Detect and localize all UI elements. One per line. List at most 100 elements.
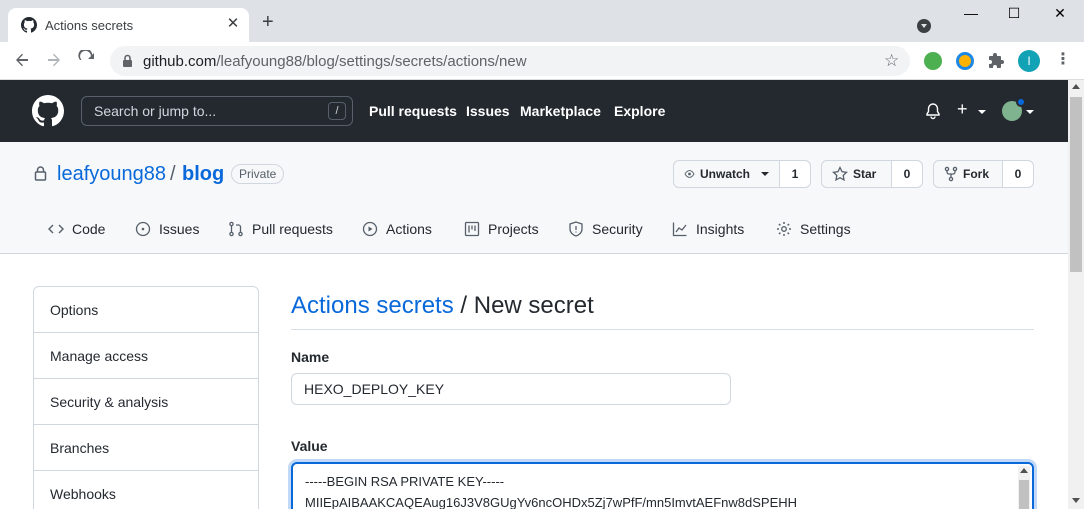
sidebar-item-manage-access[interactable]: Manage access — [34, 333, 258, 379]
tab-code-label: Code — [72, 221, 106, 237]
repo-path-separator: / — [170, 163, 176, 185]
textarea-scroll-thumb[interactable] — [1019, 480, 1029, 509]
forward-icon[interactable] — [44, 50, 64, 70]
textarea-scroll-up-icon[interactable] — [1020, 468, 1028, 473]
search-placeholder: Search or jump to... — [94, 103, 217, 119]
secret-value-textarea[interactable]: -----BEGIN RSA PRIVATE KEY----- MIIEpAIB… — [291, 462, 1034, 509]
watch-caret-icon — [761, 172, 769, 176]
create-new-button[interactable]: + — [957, 99, 968, 120]
fork-button[interactable]: Fork — [934, 161, 1003, 187]
tab-settings[interactable]: Settings — [776, 221, 851, 237]
settings-sidebar: Options Manage access Security & analysi… — [33, 286, 259, 509]
breadcrumb-separator: / — [453, 292, 474, 319]
browser-tabstrip: Actions secrets ✕ + — ☐ ✕ — [0, 0, 1084, 42]
tab-pull-requests[interactable]: Pull requests — [228, 221, 333, 237]
profile-avatar[interactable]: I — [1018, 50, 1040, 72]
fork-icon — [944, 166, 958, 182]
search-shortcut-key: / — [328, 102, 346, 120]
create-caret-icon[interactable] — [978, 110, 986, 114]
browser-menu-icon[interactable]: ⋮ — [1055, 50, 1071, 70]
github-header: Search or jump to... / Pull requests Iss… — [0, 80, 1068, 142]
unwatch-button[interactable]: Unwatch — [674, 161, 780, 187]
secret-name-input[interactable]: HEXO_DEPLOY_KEY — [291, 373, 731, 405]
extensions-puzzle-icon[interactable] — [988, 52, 1006, 70]
sidebar-item-options[interactable]: Options — [34, 287, 258, 333]
repo-header: leafyoung88 / blog Private Unwatch 1 Sta… — [0, 142, 1068, 254]
textarea-line: MIIEpAIBAAKCAQEAug16J3V8GUgYv6ncOHDx5Zj7… — [305, 495, 798, 509]
fork-label: Fork — [963, 167, 990, 181]
tab-insights[interactable]: Insights — [672, 221, 744, 237]
repo-owner-link[interactable]: leafyoung88 — [57, 163, 166, 186]
name-label: Name — [291, 349, 330, 365]
tab-code[interactable]: Code — [48, 221, 105, 237]
star-label: Star — [853, 167, 877, 181]
tab-settings-label: Settings — [800, 221, 851, 237]
search-input[interactable]: Search or jump to... / — [81, 96, 353, 126]
page-scroll-thumb[interactable] — [1070, 97, 1082, 272]
sidebar-item-webhooks[interactable]: Webhooks — [34, 471, 258, 509]
minimize-button[interactable]: — — [956, 5, 986, 21]
tab-issues-label: Issues — [159, 221, 200, 237]
tab-issues[interactable]: Issues — [135, 221, 199, 237]
sidebar-item-branches[interactable]: Branches — [34, 425, 258, 471]
tab-insights-label: Insights — [696, 221, 745, 237]
value-label: Value — [291, 438, 328, 454]
star-button-group: Star 0 — [821, 160, 923, 188]
star-count[interactable]: 0 — [892, 161, 922, 187]
fork-count[interactable]: 0 — [1003, 161, 1033, 187]
notifications-bell-icon[interactable] — [925, 103, 941, 120]
unwatch-label: Unwatch — [699, 167, 750, 181]
git-pull-request-icon — [229, 221, 243, 237]
browser-tab-active[interactable]: Actions secrets ✕ — [8, 8, 249, 42]
tab-security[interactable]: Security — [568, 221, 643, 237]
avatar-caret-icon[interactable] — [1026, 110, 1034, 114]
new-tab-button[interactable]: + — [262, 12, 274, 32]
sidebar-item-security-analysis[interactable]: Security & analysis — [34, 379, 258, 425]
scroll-up-icon[interactable] — [1072, 84, 1080, 89]
tab-close-icon[interactable]: ✕ — [224, 15, 242, 33]
browser-toolbar: github.com/leafyoung88/blog/settings/sec… — [0, 42, 1084, 80]
tab-projects[interactable]: Projects — [464, 221, 539, 237]
nav-issues[interactable]: Issues — [466, 103, 510, 119]
tab-projects-label: Projects — [488, 221, 539, 237]
nav-marketplace[interactable]: Marketplace — [520, 103, 601, 119]
repo-name-link[interactable]: blog — [182, 163, 224, 186]
play-icon — [362, 221, 378, 237]
github-favicon-icon — [21, 17, 37, 33]
lock-icon[interactable] — [122, 54, 133, 68]
gear-icon — [777, 222, 791, 236]
code-icon — [48, 224, 64, 234]
star-button[interactable]: Star — [822, 161, 892, 187]
tab-actions[interactable]: Actions — [362, 221, 432, 237]
url-text: github.com/leafyoung88/blog/settings/sec… — [143, 53, 527, 70]
nav-pull-requests[interactable]: Pull requests — [369, 103, 457, 119]
shield-icon — [569, 221, 583, 237]
tab-search-icon[interactable] — [917, 19, 931, 33]
eye-icon — [684, 170, 695, 178]
status-dot-icon — [1016, 97, 1026, 107]
page-title: Actions secrets / New secret — [291, 292, 594, 320]
star-icon — [832, 166, 848, 182]
extension-globe-icon[interactable] — [924, 52, 942, 70]
tab-security-label: Security — [592, 221, 643, 237]
project-icon — [464, 221, 480, 237]
page-title-text: New secret — [473, 292, 594, 319]
bookmark-star-icon[interactable]: ☆ — [884, 51, 899, 71]
tab-actions-label: Actions — [386, 221, 432, 237]
extension-colorful-icon[interactable] — [956, 52, 974, 70]
close-window-button[interactable]: ✕ — [1045, 5, 1075, 22]
private-lock-icon — [34, 166, 47, 181]
github-logo-icon[interactable] — [32, 95, 64, 127]
back-icon[interactable] — [12, 50, 32, 70]
watch-count[interactable]: 1 — [780, 161, 810, 187]
title-divider — [291, 329, 1034, 330]
breadcrumb-actions-secrets-link[interactable]: Actions secrets — [291, 292, 454, 319]
tab-pull-requests-label: Pull requests — [252, 221, 333, 237]
fork-button-group: Fork 0 — [933, 160, 1034, 188]
visibility-badge: Private — [231, 164, 285, 184]
reload-icon[interactable] — [77, 50, 97, 70]
scroll-down-icon[interactable] — [1072, 498, 1080, 503]
address-bar[interactable]: github.com/leafyoung88/blog/settings/sec… — [110, 46, 910, 76]
maximize-button[interactable]: ☐ — [999, 5, 1029, 22]
nav-explore[interactable]: Explore — [614, 103, 665, 119]
